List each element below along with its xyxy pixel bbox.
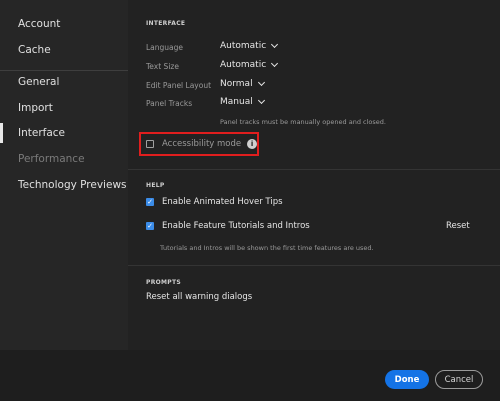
tutorials-label: Enable Feature Tutorials and Intros — [162, 221, 310, 231]
sidebar-item-import[interactable]: Import — [18, 102, 53, 114]
sidebar-item-account[interactable]: Account — [18, 18, 60, 30]
sidebar-item-cache[interactable]: Cache — [18, 44, 51, 56]
checkmark-icon[interactable]: ✓ — [146, 198, 154, 206]
help-heading: HELP — [146, 182, 165, 189]
tutorials-checkbox[interactable]: ✓ Enable Feature Tutorials and Intros — [146, 221, 310, 231]
chevron-down-icon — [257, 96, 265, 105]
cancel-button[interactable]: Cancel — [435, 370, 483, 389]
tutorials-hint: Tutorials and Intros will be shown the f… — [160, 244, 374, 252]
accessibility-mode-checkbox[interactable]: Accessibility mode i — [146, 139, 258, 149]
hover-tips-label: Enable Animated Hover Tips — [162, 197, 283, 207]
panel-tracks-value: Manual — [220, 97, 253, 107]
section-divider — [128, 265, 500, 266]
language-label: Language — [146, 43, 184, 52]
language-dropdown[interactable]: Automatic — [220, 40, 279, 51]
sidebar-item-interface[interactable]: Interface — [18, 127, 65, 139]
panel-tracks-hint: Panel tracks must be manually opened and… — [220, 118, 386, 126]
reset-warning-dialogs-link[interactable]: Reset all warning dialogs — [146, 292, 252, 302]
edit-panel-layout-label: Edit Panel Layout — [146, 81, 212, 90]
info-icon[interactable]: i — [247, 139, 258, 149]
checkmark-icon[interactable]: ✓ — [146, 222, 154, 230]
chevron-down-icon — [257, 78, 265, 87]
done-button[interactable]: Done — [385, 370, 429, 389]
panel-tracks-dropdown[interactable]: Manual — [220, 96, 265, 107]
checkbox-unchecked[interactable] — [146, 140, 154, 148]
chevron-down-icon — [271, 59, 279, 68]
active-indicator — [0, 123, 3, 143]
edit-panel-layout-value: Normal — [220, 79, 253, 89]
hover-tips-checkbox[interactable]: ✓ Enable Animated Hover Tips — [146, 197, 283, 207]
sidebar-divider — [0, 70, 128, 71]
interface-heading: INTERFACE — [146, 20, 186, 27]
settings-panel: INTERFACE Language Automatic Text Size A… — [128, 0, 500, 350]
sidebar: Account Cache General Import Interface P… — [0, 0, 128, 401]
language-value: Automatic — [220, 41, 267, 51]
section-divider — [128, 169, 500, 170]
sidebar-item-performance[interactable]: Performance — [18, 153, 85, 165]
panel-tracks-label: Panel Tracks — [146, 99, 193, 108]
prompts-heading: PROMPTS — [146, 279, 182, 286]
text-size-label: Text Size — [146, 62, 179, 71]
edit-panel-layout-dropdown[interactable]: Normal — [220, 78, 265, 89]
chevron-down-icon — [271, 40, 279, 49]
sidebar-item-technology-previews[interactable]: Technology Previews — [18, 179, 127, 191]
accessibility-mode-label: Accessibility mode — [162, 139, 242, 149]
text-size-dropdown[interactable]: Automatic — [220, 59, 279, 70]
sidebar-item-general[interactable]: General — [18, 76, 59, 88]
text-size-value: Automatic — [220, 60, 267, 70]
reset-tutorials-button[interactable]: Reset — [446, 221, 470, 231]
